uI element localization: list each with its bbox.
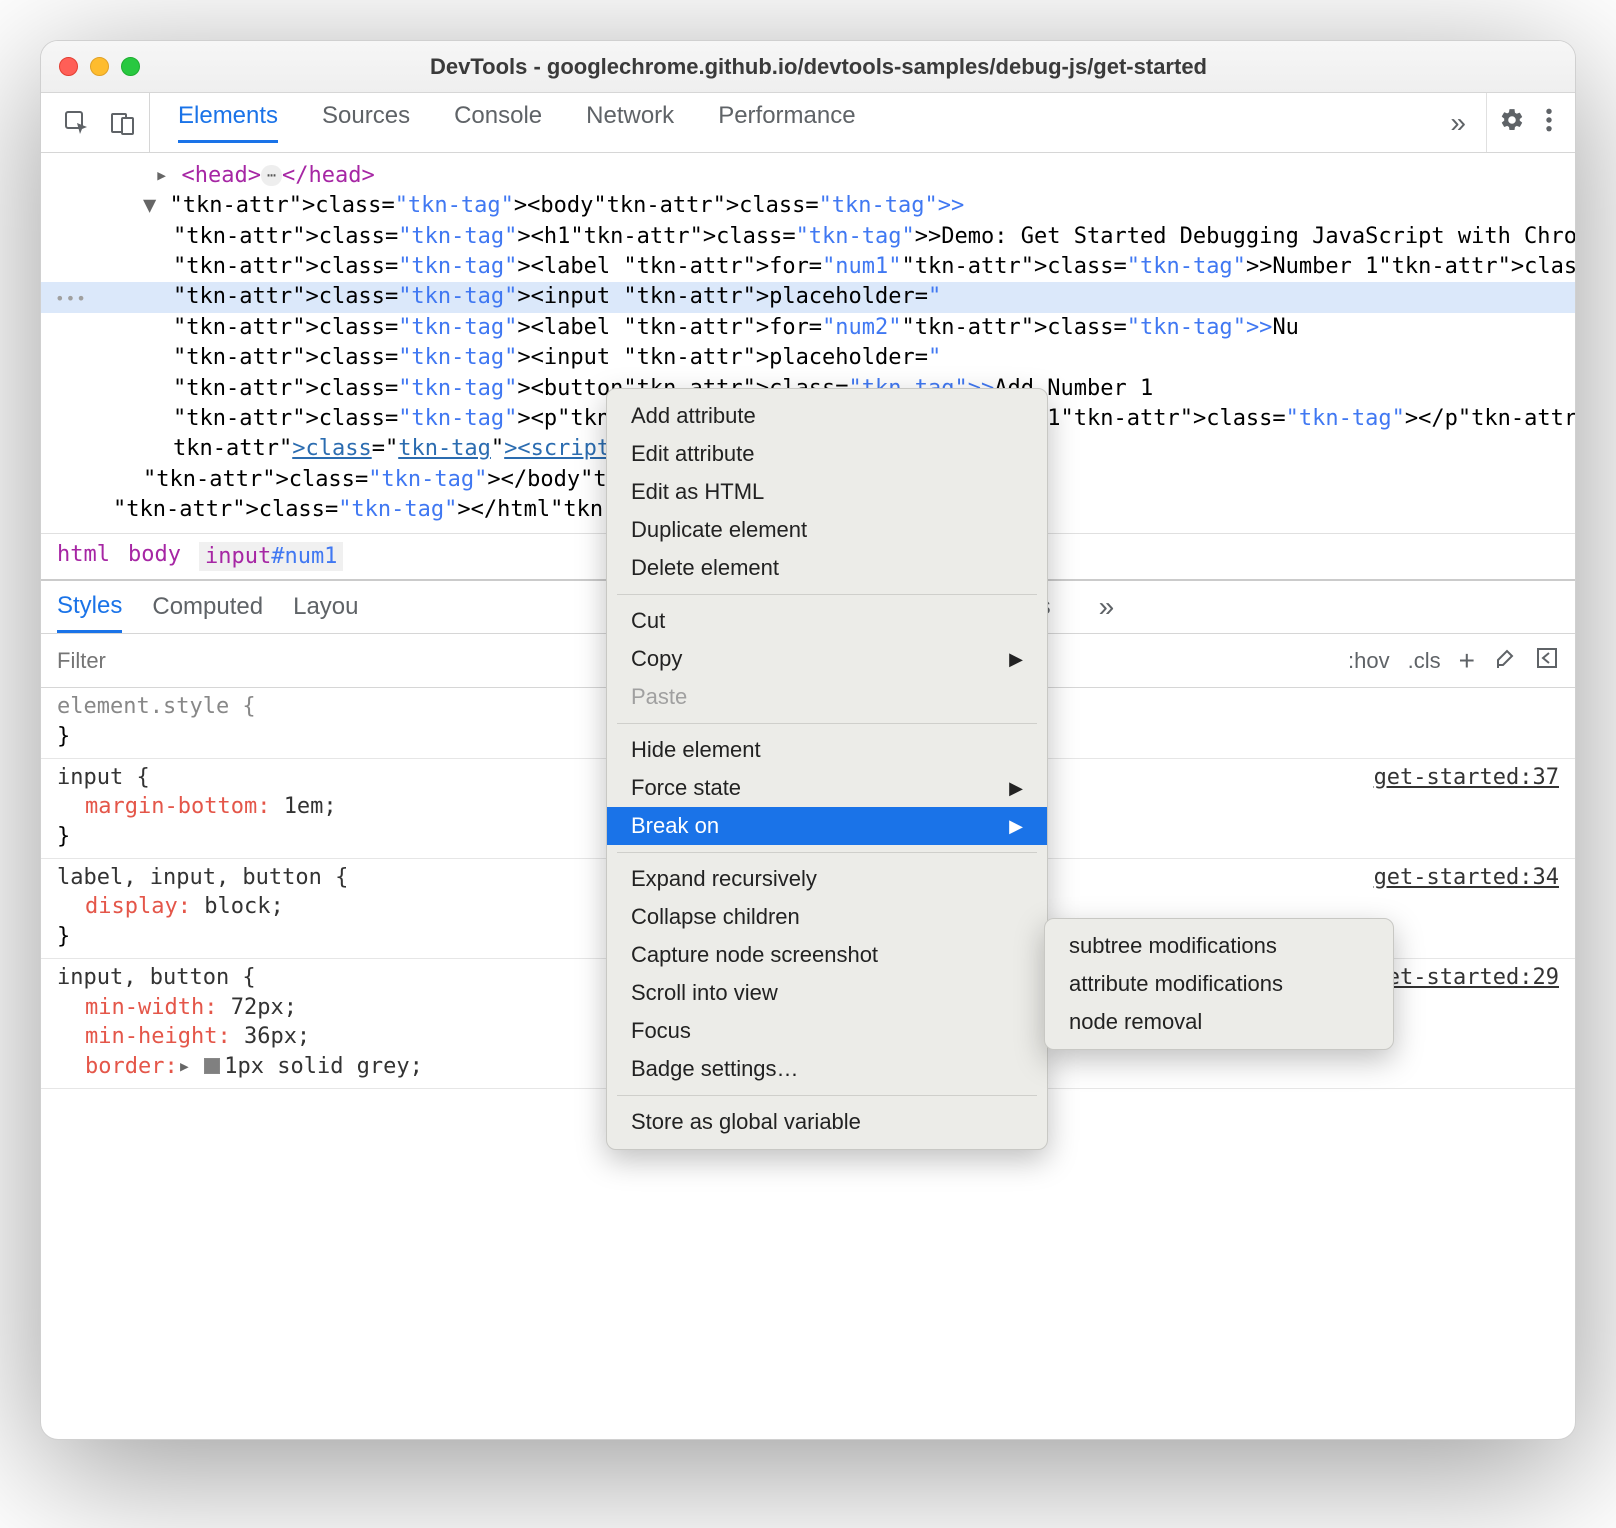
paintbrush-icon[interactable]: [1493, 646, 1517, 676]
ctx-item-add-attribute[interactable]: Add attribute: [607, 397, 1047, 435]
break-on-submenu: subtree modificationsattribute modificat…: [1044, 918, 1394, 1050]
ctx-item-hide-element[interactable]: Hide element: [607, 731, 1047, 769]
ctx-item-cut[interactable]: Cut: [607, 602, 1047, 640]
context-menu: Add attributeEdit attributeEdit as HTMLD…: [606, 388, 1048, 1150]
ctx-item-edit-as-html[interactable]: Edit as HTML: [607, 473, 1047, 511]
ctx-item-collapse-children[interactable]: Collapse children: [607, 898, 1047, 936]
dom-line[interactable]: ▼ "tkn-attr">class="tkn-tag"><body"tkn-a…: [41, 191, 1575, 221]
ctx-item-copy[interactable]: Copy▶: [607, 640, 1047, 678]
subtabs-overflow-icon[interactable]: »: [1081, 591, 1115, 633]
ctx-item-capture-node-screenshot[interactable]: Capture node screenshot: [607, 936, 1047, 974]
minimize-window-button[interactable]: [90, 57, 109, 76]
ctx-item-edit-attribute[interactable]: Edit attribute: [607, 435, 1047, 473]
ctx-item-scroll-into-view[interactable]: Scroll into view: [607, 974, 1047, 1012]
chevron-right-icon: ▶: [1009, 649, 1023, 670]
chevron-right-icon: ▶: [1009, 778, 1023, 799]
ctx-item-store-as-global-variable[interactable]: Store as global variable: [607, 1103, 1047, 1141]
dom-line[interactable]: ▸ <head>⋯</head>: [41, 161, 1575, 191]
ctx-item-focus[interactable]: Focus: [607, 1012, 1047, 1050]
main-toolbar: Elements Sources Console Network Performance…: [41, 93, 1575, 153]
dom-line[interactable]: "tkn-attr">class="tkn-tag"><label "tkn-a…: [41, 252, 1575, 282]
style-source-link[interactable]: get-started:34: [1374, 863, 1559, 893]
dom-line[interactable]: "tkn-attr">class="tkn-tag"><input "tkn-a…: [41, 343, 1575, 373]
maximize-window-button[interactable]: [121, 57, 140, 76]
inspect-element-icon[interactable]: [63, 109, 91, 137]
subtab-layou[interactable]: Layou: [293, 593, 358, 631]
traffic-lights: [59, 57, 140, 76]
ctx-item-badge-settings[interactable]: Badge settings…: [607, 1050, 1047, 1088]
titlebar: DevTools - googlechrome.github.io/devtoo…: [41, 41, 1575, 93]
tab-console[interactable]: Console: [454, 102, 542, 143]
tabs-overflow-icon[interactable]: »: [1430, 107, 1486, 139]
dom-line[interactable]: "tkn-attr">class="tkn-tag"><h1"tkn-attr"…: [41, 222, 1575, 252]
breadcrumb-item[interactable]: input#num1: [199, 542, 343, 571]
ctx-subitem-attribute-modifications[interactable]: attribute modifications: [1045, 965, 1393, 1003]
cls-chip[interactable]: .cls: [1408, 648, 1441, 674]
tab-network[interactable]: Network: [586, 102, 674, 143]
new-style-rule-icon[interactable]: +: [1459, 645, 1475, 677]
subtab-computed[interactable]: Computed: [152, 593, 263, 631]
tab-performance[interactable]: Performance: [718, 102, 855, 143]
ctx-item-expand-recursively[interactable]: Expand recursively: [607, 860, 1047, 898]
ctx-item-duplicate-element[interactable]: Duplicate element: [607, 511, 1047, 549]
device-toggle-icon[interactable]: [109, 109, 137, 137]
chevron-right-icon: ▶: [1009, 816, 1023, 837]
ctx-subitem-node-removal[interactable]: node removal: [1045, 1003, 1393, 1041]
ctx-item-paste: Paste: [607, 678, 1047, 716]
dom-line[interactable]: "tkn-attr">class="tkn-tag"><label "tkn-a…: [41, 313, 1575, 343]
gear-icon[interactable]: [1499, 107, 1525, 138]
computed-toggle-icon[interactable]: [1535, 646, 1559, 676]
breadcrumb-item[interactable]: html: [57, 542, 110, 571]
style-source-link[interactable]: get-started:29: [1374, 963, 1559, 993]
style-source-link[interactable]: get-started:37: [1374, 763, 1559, 793]
ctx-subitem-subtree-modifications[interactable]: subtree modifications: [1045, 927, 1393, 965]
close-window-button[interactable]: [59, 57, 78, 76]
kebab-menu-icon[interactable]: [1545, 107, 1553, 138]
dom-line[interactable]: •••"tkn-attr">class="tkn-tag"><input "tk…: [41, 282, 1575, 312]
ctx-item-break-on[interactable]: Break on▶: [607, 807, 1047, 845]
ctx-item-force-state[interactable]: Force state▶: [607, 769, 1047, 807]
breadcrumb-item[interactable]: body: [128, 542, 181, 571]
tab-elements[interactable]: Elements: [178, 102, 278, 143]
main-tabs: Elements Sources Console Network Performance: [160, 102, 1430, 143]
subtab-styles[interactable]: Styles: [57, 592, 122, 633]
hov-chip[interactable]: :hov: [1348, 648, 1390, 674]
tab-sources[interactable]: Sources: [322, 102, 410, 143]
window-title: DevTools - googlechrome.github.io/devtoo…: [170, 54, 1557, 80]
ctx-item-delete-element[interactable]: Delete element: [607, 549, 1047, 587]
